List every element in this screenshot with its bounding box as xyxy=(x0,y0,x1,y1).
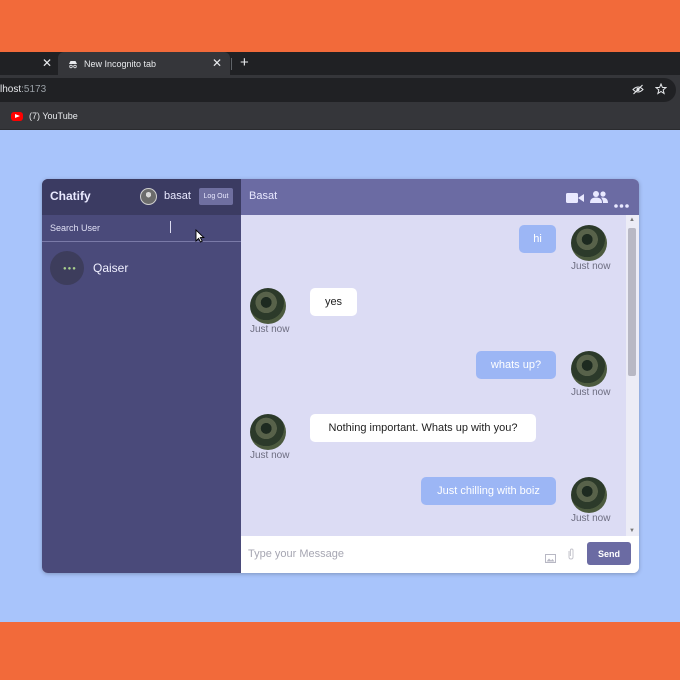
tab-label: New Incognito tab xyxy=(84,58,157,69)
url-text: lhost:5173 xyxy=(0,84,47,95)
incognito-icon xyxy=(68,59,78,69)
address-bar: lhost:5173 xyxy=(0,75,680,105)
bookmark-youtube[interactable]: (7) YouTube xyxy=(11,111,78,121)
contact-item[interactable]: ●●● Qaiser xyxy=(42,247,241,289)
message-time: Just now xyxy=(571,261,611,272)
scroll-up-icon[interactable]: ▲ xyxy=(629,217,635,223)
chat-header: Basat xyxy=(241,179,639,215)
message-bubble-incoming: yes xyxy=(310,288,357,316)
message-time: Just now xyxy=(250,324,290,335)
search-bar xyxy=(42,215,241,242)
app-logo: Chatify xyxy=(50,189,91,203)
tab-previous[interactable]: ✕ xyxy=(0,52,58,75)
more-options-icon[interactable] xyxy=(614,195,629,213)
send-button[interactable]: Send xyxy=(587,542,631,565)
chat-title: Basat xyxy=(249,190,278,202)
youtube-icon xyxy=(11,111,23,121)
star-icon[interactable] xyxy=(654,82,668,98)
contact-avatar: ●●● xyxy=(50,251,84,285)
message-bubble-outgoing: whats up? xyxy=(476,351,556,379)
new-tab-button[interactable]: + xyxy=(240,55,249,71)
bookmarks-bar: (7) YouTube xyxy=(0,105,680,130)
sidebar-header: Chatify basat Log Out xyxy=(42,179,241,215)
message-time: Just now xyxy=(571,513,611,524)
browser-window: ✕ New Incognito tab ✕ + lhost:5173 (7) Y… xyxy=(0,52,680,622)
chat-app: Chatify basat Log Out ●●● Qaiser Basat xyxy=(42,179,639,573)
group-icon[interactable] xyxy=(590,190,608,208)
message-input[interactable] xyxy=(248,545,528,563)
current-user-name: basat xyxy=(164,190,191,202)
message-time: Just now xyxy=(250,450,290,461)
message-bubble-outgoing: Just chilling with boiz xyxy=(421,477,556,505)
message-bubble-incoming: Nothing important. Whats up with you? xyxy=(310,414,536,442)
sidebar: Chatify basat Log Out ●●● Qaiser xyxy=(42,179,241,573)
close-tab-icon[interactable]: ✕ xyxy=(212,56,222,70)
mouse-pointer-icon xyxy=(195,229,205,243)
chat-panel: Basat hi Just now Just now yes whats up?… xyxy=(241,179,639,573)
avatar xyxy=(250,288,286,324)
eye-slash-icon[interactable] xyxy=(632,84,644,98)
tab-divider xyxy=(231,58,232,70)
message-time: Just now xyxy=(571,387,611,398)
close-tab-icon[interactable]: ✕ xyxy=(42,56,52,70)
avatar xyxy=(250,414,286,450)
avatar xyxy=(140,188,157,205)
tab-incognito[interactable]: New Incognito tab ✕ xyxy=(58,52,230,75)
message-bubble-outgoing: hi xyxy=(519,225,556,253)
logout-button[interactable]: Log Out xyxy=(199,188,233,205)
avatar xyxy=(571,351,607,387)
contact-name: Qaiser xyxy=(93,261,129,275)
image-icon[interactable] xyxy=(545,550,556,568)
tab-bar: ✕ New Incognito tab ✕ + xyxy=(0,52,680,75)
text-caret xyxy=(170,221,171,233)
message-composer: Send xyxy=(241,536,639,573)
omnibox[interactable]: lhost:5173 xyxy=(0,78,676,102)
message-list: hi Just now Just now yes whats up? Just … xyxy=(241,215,639,536)
bookmark-label: (7) YouTube xyxy=(29,111,78,121)
attachment-icon[interactable] xyxy=(567,547,575,565)
scrollbar-thumb[interactable] xyxy=(628,228,636,376)
video-call-icon[interactable] xyxy=(566,191,584,209)
message-scrollbar[interactable]: ▲ ▼ xyxy=(626,215,639,536)
search-input[interactable] xyxy=(50,221,200,235)
scroll-down-icon[interactable]: ▼ xyxy=(629,528,635,534)
avatar xyxy=(571,477,607,513)
avatar xyxy=(571,225,607,261)
